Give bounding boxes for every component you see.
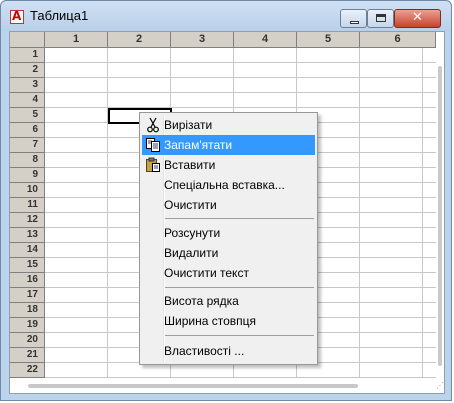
menu-item-label: Висота рядка <box>164 294 239 308</box>
menu-item-label: Розсунути <box>164 226 221 240</box>
row-header[interactable]: 17 <box>10 288 45 303</box>
row-header[interactable]: 11 <box>10 198 45 213</box>
menu-separator <box>165 287 314 288</box>
menu-item-column-width[interactable]: Ширина стовпця <box>142 311 315 331</box>
menu-item-copy[interactable]: Запам'ятати <box>142 135 315 155</box>
row-header[interactable]: 9 <box>10 168 45 183</box>
app-icon[interactable] <box>10 9 24 24</box>
menu-item-delete[interactable]: Видалити <box>142 243 315 263</box>
menu-item-paste-special[interactable]: Спеціальна вставка... <box>142 175 315 195</box>
window-title: Таблица1 <box>30 8 89 23</box>
copy-icon <box>146 138 160 152</box>
column-header[interactable]: 6 <box>360 32 436 48</box>
column-header[interactable]: 2 <box>108 32 171 48</box>
row-header[interactable]: 13 <box>10 228 45 243</box>
row-header[interactable]: 4 <box>10 93 45 108</box>
row-header[interactable]: 15 <box>10 258 45 273</box>
menu-separator <box>165 218 314 219</box>
menu-item-properties[interactable]: Властивості ... <box>142 341 315 361</box>
column-header[interactable]: 3 <box>171 32 234 48</box>
row-header[interactable]: 14 <box>10 243 45 258</box>
column-header[interactable]: 1 <box>45 32 108 48</box>
menu-item-label: Видалити <box>164 246 219 260</box>
column-header[interactable]: 5 <box>297 32 360 48</box>
menu-item-label: Властивості ... <box>164 344 245 358</box>
menu-item-label: Спеціальна вставка... <box>164 178 285 192</box>
close-button[interactable] <box>394 9 441 28</box>
title-bar[interactable]: Таблица1 <box>1 1 451 31</box>
menu-item-label: Ширина стовпця <box>164 314 256 328</box>
horizontal-scrollbar[interactable] <box>10 378 436 393</box>
menu-item-label: Очистити текст <box>164 266 249 280</box>
row-header[interactable]: 8 <box>10 153 45 168</box>
row-header[interactable]: 21 <box>10 348 45 363</box>
maximize-button[interactable] <box>367 9 394 28</box>
row-header[interactable]: 10 <box>10 183 45 198</box>
context-menu: Вирізати Запам'ятати Вставити Спеціальна… <box>139 112 318 365</box>
menu-item-clear[interactable]: Очистити <box>142 195 315 215</box>
menu-item-label: Очистити <box>164 198 217 212</box>
minimize-button[interactable] <box>340 9 367 28</box>
menu-item-clear-text[interactable]: Очистити текст <box>142 263 315 283</box>
row-header[interactable]: 12 <box>10 213 45 228</box>
row-header[interactable]: 2 <box>10 63 45 78</box>
menu-item-cut[interactable]: Вирізати <box>142 115 315 135</box>
menu-item-paste[interactable]: Вставити <box>142 155 315 175</box>
vertical-scrollbar[interactable] <box>436 48 444 378</box>
scissors-icon <box>147 117 159 133</box>
menu-item-label: Запам'ятати <box>164 138 233 152</box>
menu-separator <box>165 335 314 336</box>
menu-item-row-height[interactable]: Висота рядка <box>142 291 315 311</box>
paste-icon <box>146 157 160 172</box>
column-header[interactable]: 4 <box>234 32 297 48</box>
row-header[interactable]: 22 <box>10 363 45 378</box>
menu-item-insert[interactable]: Розсунути <box>142 223 315 243</box>
row-header[interactable]: 18 <box>10 303 45 318</box>
row-header[interactable]: 16 <box>10 273 45 288</box>
menu-item-label: Вирізати <box>164 118 213 132</box>
row-header[interactable]: 5 <box>10 108 45 123</box>
vertical-scroll-thumb[interactable] <box>438 66 442 366</box>
row-header[interactable]: 3 <box>10 78 45 93</box>
select-all-corner[interactable] <box>10 32 45 48</box>
menu-item-label: Вставити <box>164 158 216 172</box>
resize-grip-icon[interactable]: ⋰ <box>436 382 444 392</box>
row-header[interactable]: 7 <box>10 138 45 153</box>
row-header[interactable]: 20 <box>10 333 45 348</box>
horizontal-scroll-thumb[interactable] <box>28 384 358 388</box>
row-header[interactable]: 1 <box>10 48 45 63</box>
row-header[interactable]: 6 <box>10 123 45 138</box>
row-header[interactable]: 19 <box>10 318 45 333</box>
